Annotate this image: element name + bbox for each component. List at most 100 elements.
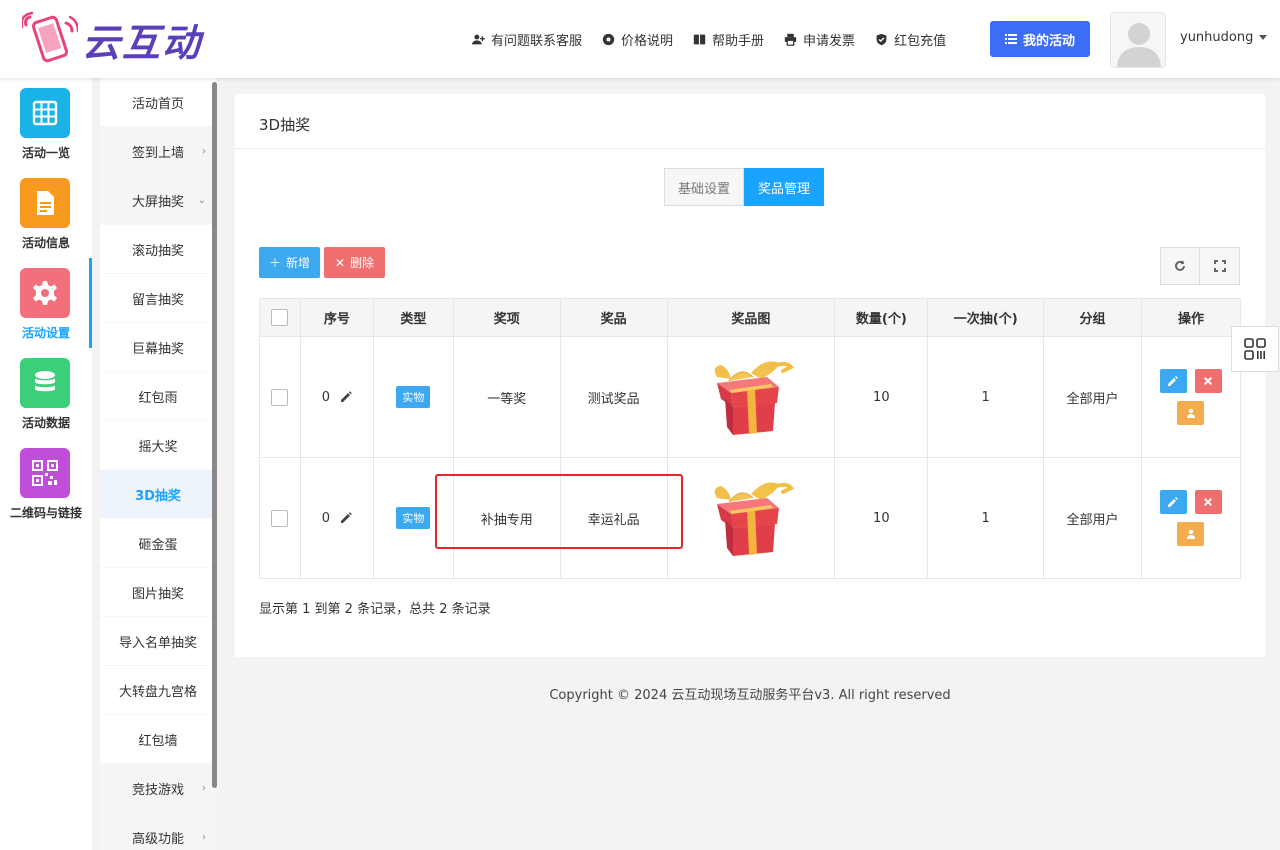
add-button[interactable]: ＋ 新增 [259,247,320,278]
submenu-label: 3D抽奖 [135,488,181,504]
submenu-scrollbar[interactable] [212,82,217,788]
avatar[interactable] [1110,12,1166,68]
assign-user-button[interactable] [1177,401,1205,425]
submenu-checkin-wall[interactable]: 签到上墙 › [100,127,216,176]
submenu-message-lottery[interactable]: 留言抽奖 [100,274,216,323]
add-user-icon [472,34,485,44]
seq-cell: 0 [299,457,374,579]
logo[interactable]: 云互动 [22,10,202,68]
topnav-label: 有问题联系客服 [491,33,583,49]
submenu-image-lottery[interactable]: 图片抽奖 [100,568,216,617]
submenu-label: 图片抽奖 [131,586,184,602]
fullscreen-icon [1213,260,1226,272]
submenu-competitive-games[interactable]: 竞技游戏 › [100,764,216,813]
submenu-label: 滚动抽奖 [131,243,184,259]
topnav-pricing[interactable]: 价格说明 [602,30,673,49]
submenu-wheel-grid[interactable]: 大转盘九宫格 [100,666,216,715]
prize-table: 序号 类型 奖项 奖品 奖品图 数量(个) 一次抽(个) 分组 操作 0 实物 … [259,298,1242,579]
iconnav-label: 活动信息 [21,236,70,250]
type-cell: 实物 [372,336,454,458]
iconnav-qrcode-links[interactable]: 二维码与链接 [0,438,92,528]
user-silhouette-icon [1117,23,1161,67]
submenu-smash-egg[interactable]: 砸金蛋 [100,519,216,568]
column-header: 分组 [1043,298,1142,337]
iconnav-activity-settings[interactable]: 活动设置 [0,258,92,348]
plus-icon: ＋ [268,256,281,270]
divider [235,148,1265,149]
tab-basic-settings[interactable]: 基础设置 [664,168,745,206]
iconnav-activity-list[interactable]: 活动一览 [0,78,92,168]
column-header: 奖品图 [666,298,836,337]
row-checkbox[interactable] [271,388,289,406]
delete-row-button[interactable] [1194,490,1222,514]
topnav-label: 红包充值 [894,33,947,49]
group-cell: 全部用户 [1043,457,1142,579]
prize-cell: 测试奖品 [559,336,668,458]
iconnav-activity-info[interactable]: 活动信息 [0,168,92,258]
username: yunhudong [1180,30,1254,45]
topnav-customer-service[interactable]: 有问题联系客服 [472,30,582,49]
pencil-icon[interactable] [340,391,352,403]
submenu-advanced-features[interactable]: 高级功能 › [100,813,216,850]
iconnav-activity-data[interactable]: 活动数据 [0,348,92,438]
submenu-label: 大转盘九宫格 [118,684,197,700]
table-row: 0 实物 补抽专用 幸运礼品 10 1 全部用户 [259,457,1242,579]
user-icon [1186,529,1195,539]
prize-image-cell [666,336,836,458]
delete-row-button[interactable] [1194,369,1222,393]
fullscreen-button[interactable] [1200,247,1240,285]
delete-button[interactable]: ✕ 删除 [324,247,385,278]
assign-user-button[interactable] [1177,522,1205,546]
topnav-invoice[interactable]: 申请发票 [784,30,855,49]
per-draw-cell: 1 [927,336,1045,458]
row-checkbox[interactable] [271,509,289,527]
pencil-icon[interactable] [340,512,352,524]
refresh-button[interactable] [1160,247,1200,285]
tab-prize-management[interactable]: 奖品管理 [744,168,825,206]
shield-icon [876,33,887,45]
topnav-recharge[interactable]: 红包充值 [875,30,946,49]
select-all-checkbox[interactable] [271,309,289,326]
chevron-down-icon: ⌄ [197,194,206,206]
topnav-label: 价格说明 [621,33,674,49]
submenu-scroll-lottery[interactable]: 滚动抽奖 [100,225,216,274]
gift-box-image [714,482,794,556]
submenu-import-list-lottery[interactable]: 导入名单抽奖 [100,617,216,666]
edit-button[interactable] [1159,490,1187,514]
chevron-right-icon: › [202,145,206,157]
prize-cell: 幸运礼品 [559,457,668,579]
group-cell: 全部用户 [1043,336,1142,458]
user-icon [1186,408,1195,418]
floating-qrcode-button[interactable] [1231,326,1279,372]
main-panel: 3D抽奖 基础设置 奖品管理 ＋ 新增 ✕ 删除 序号 类型 奖项 奖品 奖品图 [235,94,1265,657]
seq-cell: 0 [299,336,374,458]
table-toolbar [1160,247,1240,285]
topnav-help[interactable]: 帮助手册 [693,30,764,49]
icon-nav: 活动一览 活动信息 活动设置 活动数据 二维码与链接 [0,78,92,850]
header-select-all [259,298,301,337]
my-activity-button[interactable]: 我的活动 [990,21,1090,57]
actions-cell [1140,457,1242,579]
submenu-shake-prize[interactable]: 摇大奖 [100,421,216,470]
submenu-bigscreen-lottery[interactable]: 大屏抽奖 ⌄ [100,176,216,225]
iconnav-label: 活动设置 [21,326,70,340]
edit-button[interactable] [1159,369,1187,393]
submenu-label: 大屏抽奖 [131,194,184,210]
close-icon: ✕ [334,255,346,270]
qrcode-icon [20,448,70,498]
actions-cell [1140,336,1242,458]
topnav-label: 帮助手册 [712,33,765,49]
submenu-giantscreen-lottery[interactable]: 巨幕抽奖 [100,323,216,372]
submenu-3d-lottery[interactable]: 3D抽奖 [100,470,216,519]
refresh-icon [1175,260,1185,271]
column-header: 奖品 [559,298,668,337]
submenu-red-packet-rain[interactable]: 红包雨 [100,372,216,421]
pencil-icon [1168,497,1179,507]
username-dropdown[interactable]: yunhudong [1180,30,1268,45]
submenu-activity-home[interactable]: 活动首页 [100,78,216,127]
gift-box-image [714,361,794,435]
printer-icon [784,33,797,46]
submenu-red-packet-wall[interactable]: 红包墙 [100,715,216,764]
tab-bar: 基础设置 奖品管理 [664,168,825,206]
pagination-info: 显示第 1 到第 2 条记录，总共 2 条记录 [259,602,491,617]
